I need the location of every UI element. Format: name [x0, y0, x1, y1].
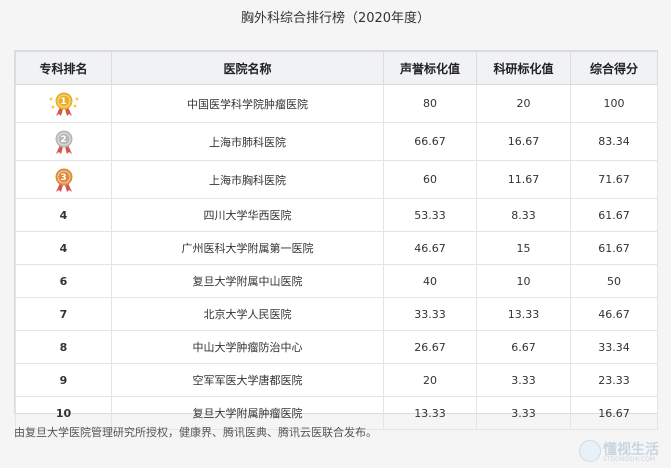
medal-rank-number: 3 — [60, 172, 67, 183]
table-row: 4 广州医科大学附属第一医院 46.67 15 61.67 — [15, 231, 658, 265]
hospital-name-cell: 复旦大学附属中山医院 — [111, 264, 384, 298]
watermark-logo: 懂视生活 STDONGSHI.COM — [579, 438, 665, 464]
hospital-name-cell: 四川大学华西医院 — [111, 198, 384, 232]
table-row: 1 中国医学科学院肿瘤医院 80 20 100 — [15, 84, 658, 123]
reputation-score-cell: 53.33 — [383, 198, 477, 232]
reputation-score-cell: 33.33 — [383, 297, 477, 331]
rank-cell: 6 — [15, 264, 112, 298]
research-score-cell: 6.67 — [476, 330, 571, 364]
medal-rank-number: 2 — [60, 134, 67, 145]
research-score-cell: 3.33 — [476, 396, 571, 430]
medal-rank-number: 1 — [60, 96, 67, 107]
research-score-cell: 8.33 — [476, 198, 571, 232]
col-header-reputation: 声誉标化值 — [383, 51, 477, 85]
research-score-cell: 16.67 — [476, 122, 571, 161]
table-header-row: 专科排名 医院名称 声誉标化值 科研标化值 综合得分 — [15, 51, 658, 85]
hospital-name-cell: 上海市肺科医院 — [111, 122, 384, 161]
table-row: 2 上海市肺科医院 66.67 16.67 83.34 — [15, 122, 658, 161]
total-score-cell: 100 — [570, 84, 658, 123]
reputation-score-cell: 40 — [383, 264, 477, 298]
table-row: 4 四川大学华西医院 53.33 8.33 61.67 — [15, 198, 658, 232]
reputation-score-cell: 13.33 — [383, 396, 477, 430]
col-header-hospital: 医院名称 — [111, 51, 384, 85]
reputation-score-cell: 60 — [383, 160, 477, 199]
ranking-table: 专科排名 医院名称 声誉标化值 科研标化值 综合得分 1 中国医学科学院肿瘤医院 8… — [14, 50, 658, 430]
research-score-cell: 10 — [476, 264, 571, 298]
total-score-cell: 23.33 — [570, 363, 658, 397]
col-header-research: 科研标化值 — [476, 51, 571, 85]
hospital-name-cell: 中山大学肿瘤防治中心 — [111, 330, 384, 364]
total-score-cell: 50 — [570, 264, 658, 298]
research-score-cell: 11.67 — [476, 160, 571, 199]
gold-medal-icon: 1 — [47, 91, 81, 117]
rank-cell: 8 — [15, 330, 112, 364]
rank-cell: 7 — [15, 297, 112, 331]
reputation-score-cell: 46.67 — [383, 231, 477, 265]
total-score-cell: 71.67 — [570, 160, 658, 199]
rank-cell: 2 — [15, 122, 112, 161]
research-score-cell: 15 — [476, 231, 571, 265]
watermark-subtext: STDONGSHI.COM — [603, 456, 656, 463]
rank-cell: 4 — [15, 198, 112, 232]
hospital-name-cell: 中国医学科学院肿瘤医院 — [111, 84, 384, 123]
page-title: 胸外科综合排行榜（2020年度） — [240, 11, 431, 26]
table-row: 7 北京大学人民医院 33.33 13.33 46.67 — [15, 297, 658, 331]
col-header-total: 综合得分 — [570, 51, 658, 85]
hospital-name-cell: 空军军医大学唐都医院 — [111, 363, 384, 397]
hospital-name-cell: 广州医科大学附属第一医院 — [111, 231, 384, 265]
rank-cell: 3 — [15, 160, 112, 199]
total-score-cell: 46.67 — [570, 297, 658, 331]
total-score-cell: 16.67 — [570, 396, 658, 430]
col-header-rank: 专科排名 — [15, 51, 112, 85]
table-row: 6 复旦大学附属中山医院 40 10 50 — [15, 264, 658, 298]
reputation-score-cell: 66.67 — [383, 122, 477, 161]
reputation-score-cell: 26.67 — [383, 330, 477, 364]
research-score-cell: 13.33 — [476, 297, 571, 331]
total-score-cell: 83.34 — [570, 122, 658, 161]
table-row: 8 中山大学肿瘤防治中心 26.67 6.67 33.34 — [15, 330, 658, 364]
total-score-cell: 33.34 — [570, 330, 658, 364]
reputation-score-cell: 80 — [383, 84, 477, 123]
watermark-icon — [579, 440, 601, 462]
table-row: 3 上海市胸科医院 60 11.67 71.67 — [15, 160, 658, 199]
table-row: 9 空军军医大学唐都医院 20 3.33 23.33 — [15, 363, 658, 397]
source-note: 由复旦大学医院管理研究所授权，健康界、腾讯医典、腾讯云医联合发布。 — [14, 426, 377, 439]
hospital-name-cell: 北京大学人民医院 — [111, 297, 384, 331]
rank-cell: 1 — [15, 84, 112, 123]
research-score-cell: 3.33 — [476, 363, 571, 397]
bronze-medal-icon: 3 — [47, 167, 81, 193]
hospital-name-cell: 上海市胸科医院 — [111, 160, 384, 199]
rank-cell: 4 — [15, 231, 112, 265]
silver-medal-icon: 2 — [47, 129, 81, 155]
reputation-score-cell: 20 — [383, 363, 477, 397]
rank-cell: 9 — [15, 363, 112, 397]
total-score-cell: 61.67 — [570, 231, 658, 265]
research-score-cell: 20 — [476, 84, 571, 123]
total-score-cell: 61.67 — [570, 198, 658, 232]
